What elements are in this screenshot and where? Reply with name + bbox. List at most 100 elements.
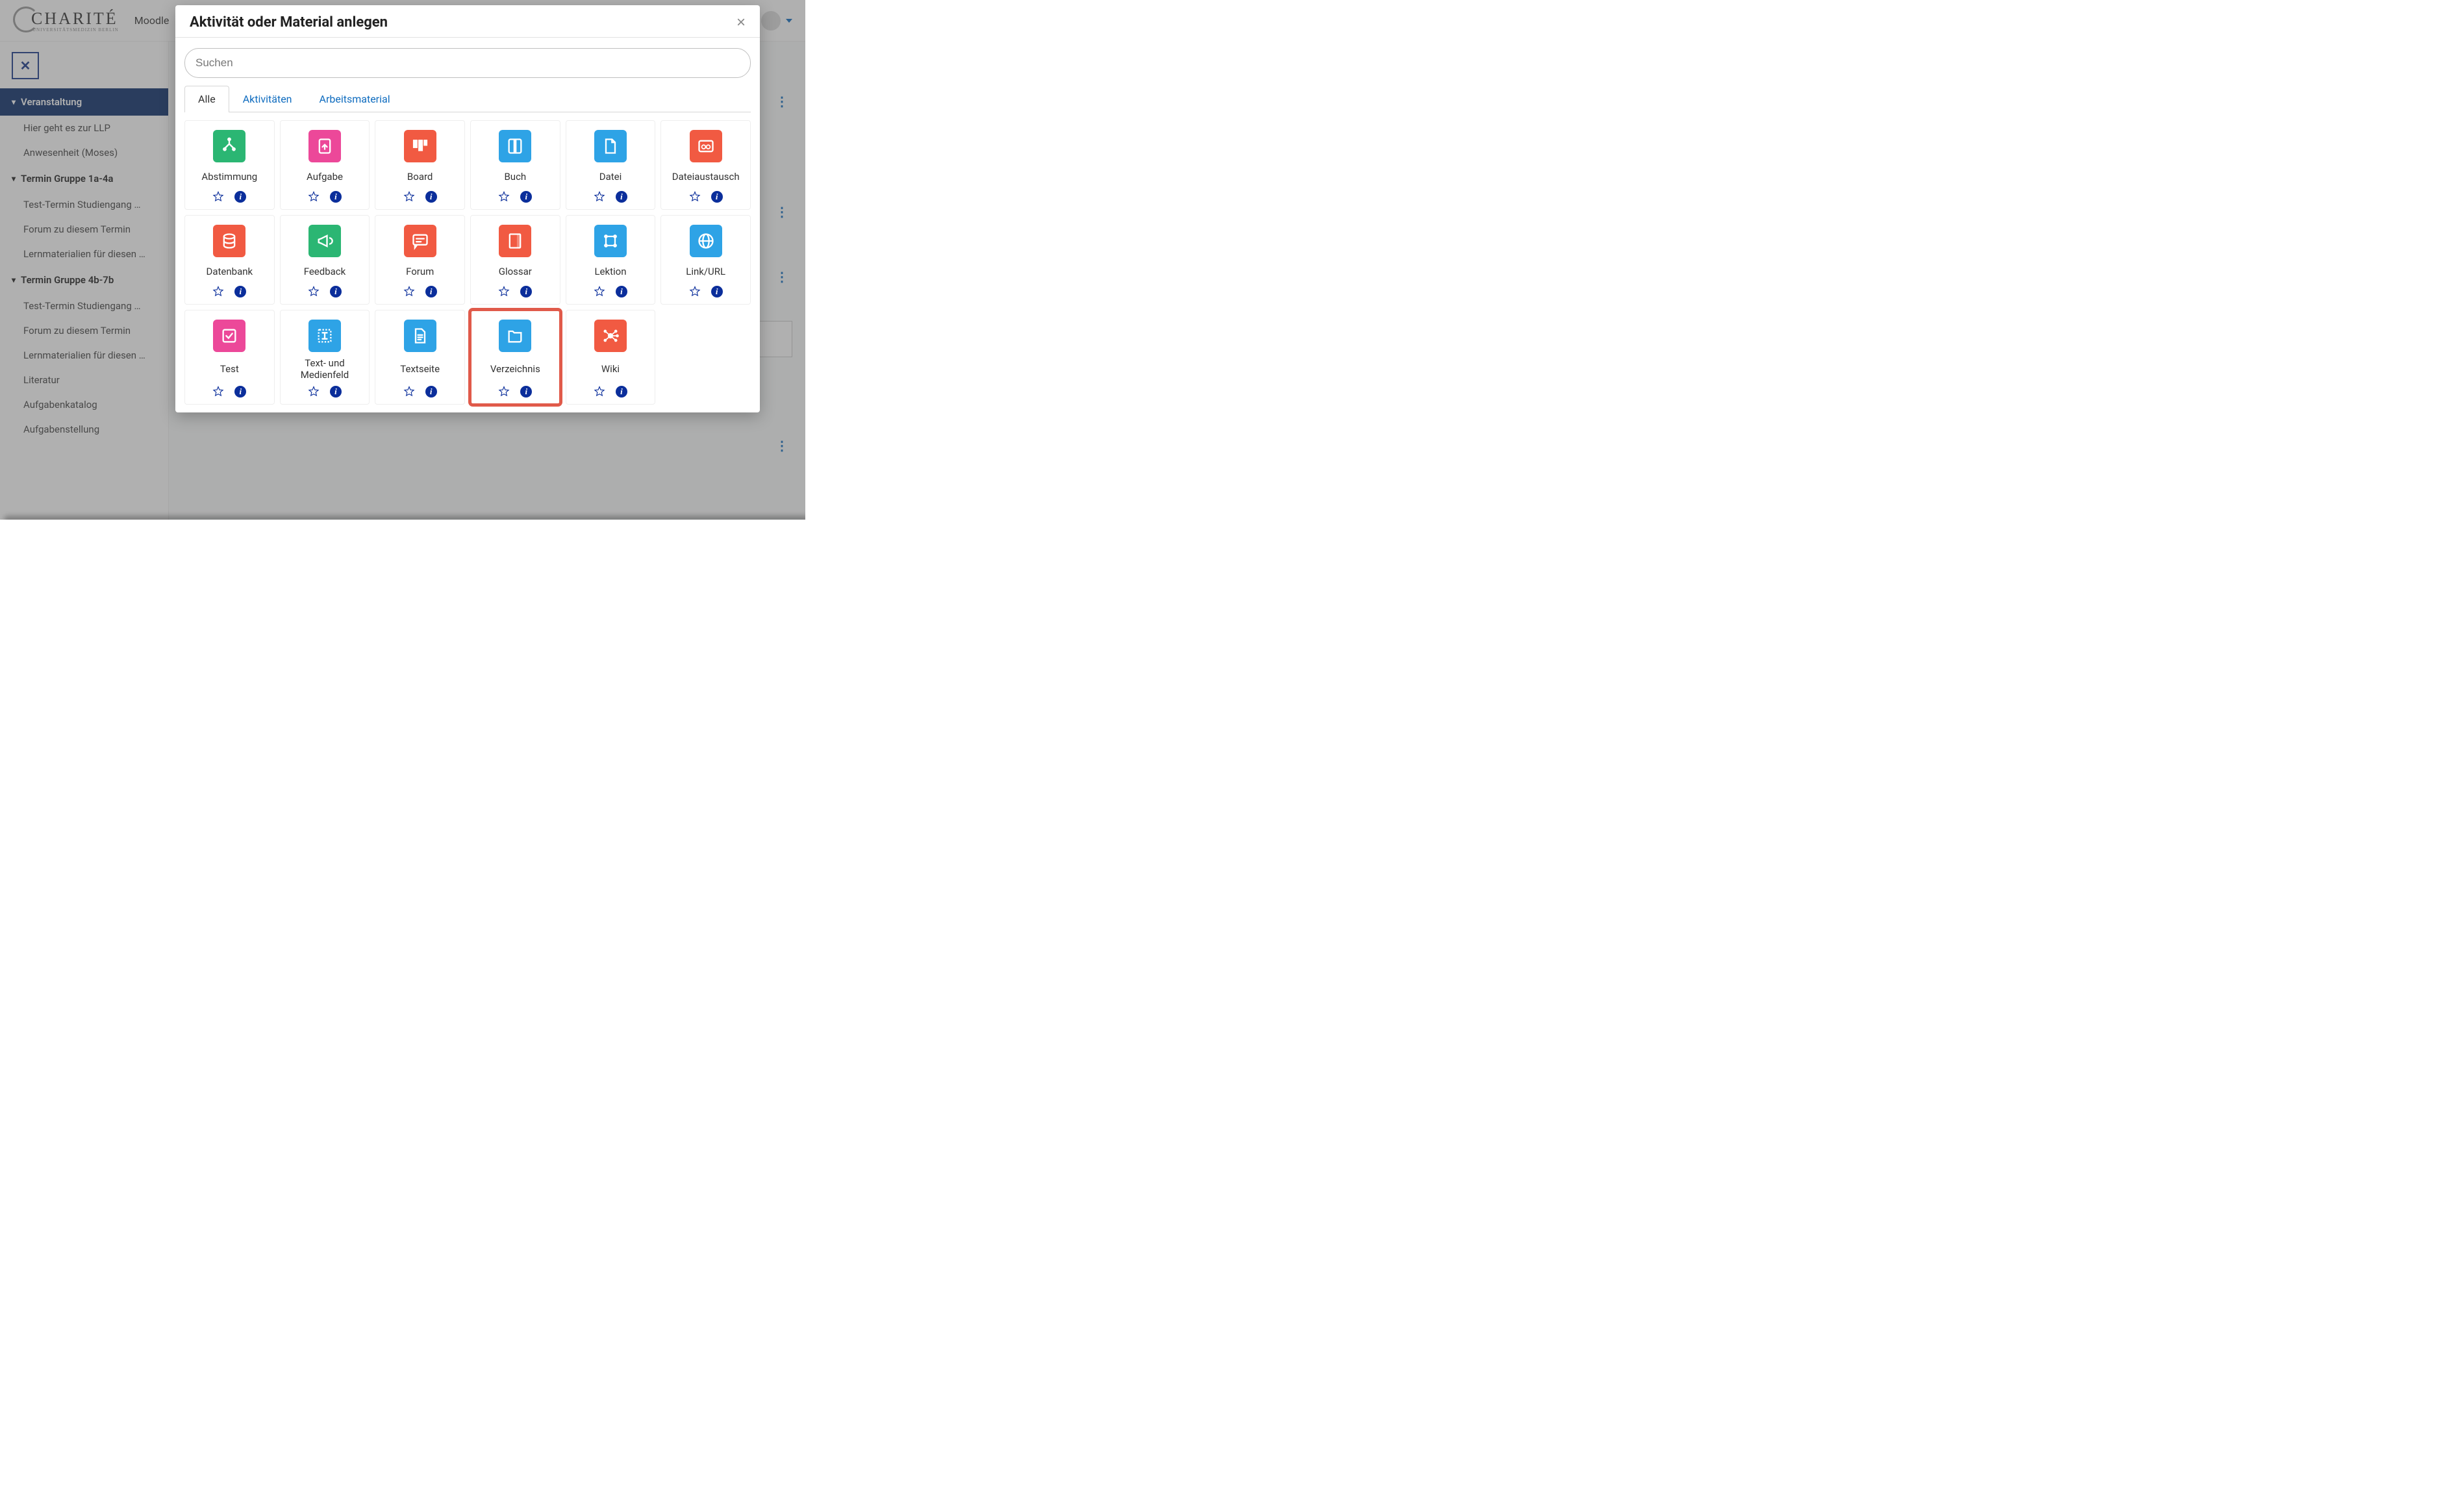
search-input[interactable] — [184, 48, 751, 78]
star-icon[interactable] — [212, 286, 224, 297]
textbox-icon — [308, 320, 341, 352]
info-icon[interactable]: i — [616, 386, 627, 398]
info-icon[interactable]: i — [234, 386, 246, 398]
tab-activities[interactable]: Aktivitäten — [229, 86, 306, 112]
database-icon — [213, 225, 245, 257]
info-icon[interactable]: i — [425, 286, 437, 297]
activity-card-forum[interactable]: Forum i — [375, 215, 465, 305]
star-icon[interactable] — [403, 386, 415, 398]
star-icon[interactable] — [594, 386, 605, 398]
activity-card-datenbank[interactable]: Datenbank i — [184, 215, 275, 305]
tab-all[interactable]: Alle — [184, 86, 229, 112]
info-icon[interactable]: i — [711, 286, 723, 297]
card-actions: i — [403, 191, 437, 203]
star-icon[interactable] — [212, 386, 224, 398]
modal-title: Aktivität oder Material anlegen — [190, 14, 388, 31]
star-icon[interactable] — [212, 191, 224, 203]
activity-card-label: Verzeichnis — [490, 363, 540, 375]
star-icon[interactable] — [403, 191, 415, 203]
activity-card-label: Textseite — [400, 363, 440, 375]
activity-card-label: Aufgabe — [307, 171, 343, 183]
activity-card-aufgabe[interactable]: Aufgabe i — [280, 120, 370, 210]
tabs: Alle Aktivitäten Arbeitsmaterial — [175, 78, 760, 112]
megaphone-icon — [308, 225, 341, 257]
info-icon[interactable]: i — [616, 191, 627, 203]
card-actions: i — [689, 191, 723, 203]
book-icon — [499, 130, 531, 162]
activity-card-abstimmung[interactable]: Abstimmungi — [184, 120, 275, 210]
modal-close-button[interactable]: × — [736, 15, 746, 31]
activity-card-label: Wiki — [601, 363, 620, 375]
activity-card-label: Datei — [599, 171, 622, 183]
branch-icon — [213, 130, 245, 162]
activity-card-dateiaustausch[interactable]: Dateiaustauschi — [660, 120, 751, 210]
info-icon[interactable]: i — [330, 386, 342, 398]
card-actions: i — [308, 191, 342, 203]
activity-card-textseite[interactable]: Textseite i — [375, 310, 465, 405]
activity-card-textfeld[interactable]: Text- und Medienfeld i — [280, 310, 370, 405]
star-icon[interactable] — [403, 286, 415, 297]
card-actions: i — [498, 191, 532, 203]
info-icon[interactable]: i — [711, 191, 723, 203]
star-icon[interactable] — [594, 286, 605, 297]
activity-card-label: Datenbank — [207, 266, 253, 277]
activity-card-label: Lektion — [594, 266, 626, 277]
star-icon[interactable] — [689, 286, 701, 297]
path-icon — [594, 225, 627, 257]
card-actions: i — [308, 286, 342, 297]
info-icon[interactable]: i — [520, 191, 532, 203]
board-icon — [404, 130, 436, 162]
star-icon[interactable] — [308, 191, 320, 203]
activity-card-verzeichnis[interactable]: Verzeichnis i — [470, 310, 560, 405]
activity-card-datei[interactable]: Datei i — [566, 120, 656, 210]
viewport: CHARITÉ UNIVERSITÄTSMEDIZIN BERLIN Moodl… — [0, 0, 805, 520]
info-icon[interactable]: i — [330, 286, 342, 297]
activity-card-label: Board — [407, 171, 433, 183]
activity-card-link[interactable]: Link/URL i — [660, 215, 751, 305]
star-icon[interactable] — [594, 191, 605, 203]
info-icon[interactable]: i — [616, 286, 627, 297]
info-icon[interactable]: i — [520, 386, 532, 398]
info-icon[interactable]: i — [520, 286, 532, 297]
info-icon[interactable]: i — [234, 191, 246, 203]
info-icon[interactable]: i — [425, 386, 437, 398]
tab-resources[interactable]: Arbeitsmaterial — [306, 86, 404, 112]
card-actions: i — [594, 191, 627, 203]
activity-card-label: Link/URL — [686, 266, 725, 277]
info-icon[interactable]: i — [330, 191, 342, 203]
card-actions: i — [689, 286, 723, 297]
activity-card-test[interactable]: Testi — [184, 310, 275, 405]
card-actions: i — [403, 286, 437, 297]
card-actions: i — [308, 386, 342, 398]
card-actions: i — [212, 191, 246, 203]
check-sq-icon — [213, 320, 245, 352]
card-actions: i — [594, 386, 627, 398]
activity-card-feedback[interactable]: Feedbacki — [280, 215, 370, 305]
star-icon[interactable] — [498, 286, 510, 297]
search-wrap — [175, 48, 760, 78]
star-icon[interactable] — [308, 286, 320, 297]
star-icon[interactable] — [308, 386, 320, 398]
activity-card-label: Glossar — [499, 266, 532, 277]
wiki-icon — [594, 320, 627, 352]
activity-card-label: Forum — [406, 266, 434, 277]
close-icon: × — [736, 14, 746, 31]
modal-header: Aktivität oder Material anlegen × — [175, 5, 760, 37]
divider — [175, 37, 760, 38]
activity-card-board[interactable]: Board i — [375, 120, 465, 210]
activity-card-buch[interactable]: Buchi — [470, 120, 560, 210]
star-icon[interactable] — [498, 191, 510, 203]
star-icon[interactable] — [689, 191, 701, 203]
activity-card-wiki[interactable]: Wiki i — [566, 310, 656, 405]
upload-doc-icon — [308, 130, 341, 162]
info-icon[interactable]: i — [234, 286, 246, 297]
star-icon[interactable] — [498, 386, 510, 398]
activity-card-lektion[interactable]: Lektion i — [566, 215, 656, 305]
info-icon[interactable]: i — [425, 191, 437, 203]
activity-card-glossar[interactable]: Glossar i — [470, 215, 560, 305]
activity-card-label: Text- und Medienfeld — [284, 357, 366, 381]
exchange-icon — [690, 130, 722, 162]
file-icon — [594, 130, 627, 162]
card-actions: i — [498, 386, 532, 398]
glossary-icon — [499, 225, 531, 257]
